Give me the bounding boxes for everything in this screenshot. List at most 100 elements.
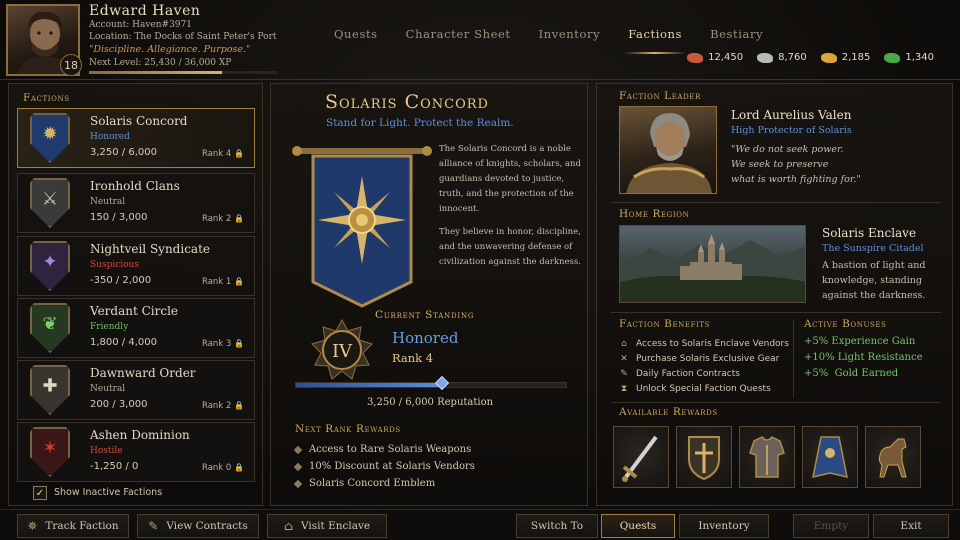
exit-label: Exit <box>900 520 922 532</box>
faction-description-1: The Solaris Concord is a noble alliance … <box>439 144 581 214</box>
dagger-star-icon: ✦ <box>42 251 58 273</box>
faction-card-solaris-concord[interactable]: ✹ Solaris Concord Honored 3,250 / 6,000 Rank… <box>17 108 255 168</box>
reputation-text: 3,250 / 6,000 Reputation <box>366 397 494 408</box>
visit-enclave-button[interactable]: ⌂ Visit Enclave <box>267 514 387 538</box>
faction-name: Ashen Dominion <box>90 428 190 442</box>
benefits-title: Faction Benefits <box>619 318 711 330</box>
faction-name: Nightveil Syndicate <box>90 242 210 256</box>
benefit-item: ⌂ Access to Solaris Enclave Vendors <box>619 336 789 351</box>
faction-reputation: 1,800 / 4,000 <box>90 337 157 348</box>
app-window: 18 Edward Haven Account: Haven#3971 Loca… <box>0 0 960 540</box>
active-bonus-item: +10% Light Resistance <box>804 352 923 363</box>
leaf-icon: ❦ <box>42 313 58 335</box>
cloak-icon[interactable] <box>802 426 858 488</box>
sun-icon: ✹ <box>42 123 58 145</box>
reputation-bar <box>295 382 567 388</box>
faction-card-ashen-dominion[interactable]: ✶ Ashen Dominion Hostile -1,250 / 0 Rank 0 🔒 <box>17 422 255 482</box>
faction-name: Solaris Concord <box>90 114 188 128</box>
faction-card-ironhold-clans[interactable]: ⚔ Ironhold Clans Neutral 150 / 3,000 Rank 2 … <box>17 173 255 233</box>
faction-rank: Rank 2 🔒 <box>202 214 244 224</box>
faction-card-verdant-circle[interactable]: ❦ Verdant Circle Friendly 1,800 / 4,000 Rank… <box>17 298 255 358</box>
diamond-bullet-icon <box>293 462 303 471</box>
lock-icon: 🔒 <box>234 463 244 472</box>
benefit-text: Daily Faction Contracts <box>636 368 740 379</box>
gold-ore-icon <box>820 52 837 63</box>
faction-status: Neutral <box>90 197 126 207</box>
shop-icon: ⌂ <box>621 338 627 349</box>
faction-tagline: Stand for Light. Protect the Realm. <box>326 117 514 129</box>
faction-status: Friendly <box>90 322 129 332</box>
leader-quote-line-1: "We do not seek power. <box>731 144 844 155</box>
faction-reputation: -350 / 2,000 <box>90 275 152 286</box>
active-bonuses-list: +5% Experience Gain +10% Light Resistance… <box>804 336 923 384</box>
currency-value: 12,450 <box>708 52 744 63</box>
tab-bestiary[interactable]: Bestiary <box>696 18 777 50</box>
standing-value: Honored <box>392 329 459 347</box>
faction-banner <box>292 146 432 308</box>
emerald-icon <box>884 52 901 63</box>
next-rank-title: Next Rank Rewards <box>295 423 401 435</box>
quests-button[interactable]: Quests <box>601 514 675 538</box>
faction-rank: Rank 3 🔒 <box>202 339 244 349</box>
faction-card-nightveil-syndicate[interactable]: ✦ Nightveil Syndicate Suspicious -350 / 2,0… <box>17 236 255 296</box>
faction-rank-label: Rank 2 <box>201 214 232 224</box>
faction-status: Honored <box>90 132 130 142</box>
leader-quote-line-3: what is worth fighting for." <box>731 174 861 185</box>
next-rank-reward-item: Access to Rare Solaris Weapons <box>293 441 475 458</box>
active-bonus-item: +5% Experience Gain <box>804 336 916 347</box>
faction-rank: Rank 2 🔒 <box>202 401 244 411</box>
faction-status: Neutral <box>90 384 126 394</box>
empty-slot-button: Empty <box>793 514 869 538</box>
track-faction-label: Track Faction <box>45 520 119 532</box>
shield-icon[interactable] <box>676 426 732 488</box>
faction-rank: Rank 0 🔒 <box>202 463 244 473</box>
copper-ore-icon <box>687 52 704 63</box>
active-bonus-item: +5% Gold Earned <box>804 368 899 379</box>
warhorse-icon[interactable] <box>865 426 921 488</box>
leader-portrait <box>619 106 717 194</box>
lock-icon: 🔒 <box>234 149 244 158</box>
faction-shield: ✚ <box>30 365 70 415</box>
faction-info-panel: Faction Leader Lord Aurelius Valen High … <box>596 83 953 506</box>
faction-title: Solaris Concord <box>325 91 489 113</box>
xp-bar-fill <box>89 71 222 74</box>
faction-rank-label: Rank 2 <box>201 401 232 411</box>
faction-description-2: They believe in honor, discipline, and t… <box>439 227 581 267</box>
faction-shield: ✶ <box>30 427 70 477</box>
leader-title: High Protector of Solaris <box>731 125 852 136</box>
tab-quests[interactable]: Quests <box>320 18 392 50</box>
xp-text: Next Level: 25,430 / 36,000 XP <box>89 58 232 68</box>
tab-inventory[interactable]: Inventory <box>525 18 615 50</box>
home-region-subtitle: The Sunspire Citadel <box>822 243 924 254</box>
divider <box>611 202 941 203</box>
diamond-bullet-icon <box>293 479 303 488</box>
faction-description: The Solaris Concord is a noble alliance … <box>439 142 585 278</box>
currency-item: 2,185 <box>820 52 870 63</box>
show-inactive-checkbox[interactable]: ✓ <box>33 486 47 500</box>
home-region-name: Solaris Enclave <box>822 226 917 240</box>
home-region-title: Home Region <box>619 208 690 220</box>
track-faction-button[interactable]: ✵ Track Faction <box>17 514 129 538</box>
sword-icon[interactable] <box>613 426 669 488</box>
holy-cross-icon: ✚ <box>42 375 58 397</box>
faction-rank-label: Rank 3 <box>201 339 232 349</box>
faction-card-dawnward-order[interactable]: ✚ Dawnward Order Neutral 200 / 3,000 Rank 2 … <box>17 360 255 420</box>
tab-factions[interactable]: Factions <box>614 18 696 54</box>
rewards-row <box>613 426 921 488</box>
available-rewards-title: Available Rewards <box>619 406 718 418</box>
empty-slot-label: Empty <box>813 520 849 532</box>
view-contracts-button[interactable]: ✎ View Contracts <box>137 514 259 538</box>
armor-icon[interactable] <box>739 426 795 488</box>
switch-to-button[interactable]: Switch To <box>516 514 598 538</box>
inventory-label: Inventory <box>698 520 750 532</box>
castle-icon: ⌂ <box>283 519 294 533</box>
view-contracts-label: View Contracts <box>166 520 248 532</box>
faction-rank-label: Rank 0 <box>201 463 232 473</box>
inventory-button[interactable]: Inventory <box>679 514 769 538</box>
tab-character-sheet[interactable]: Character Sheet <box>392 18 525 50</box>
rank-emblem: IV <box>311 319 373 380</box>
currency-item: 1,340 <box>884 52 934 63</box>
currency-item: 12,450 <box>687 52 743 63</box>
exit-button[interactable]: Exit <box>873 514 949 538</box>
crossed-swords-icon: ✕ <box>620 353 628 364</box>
